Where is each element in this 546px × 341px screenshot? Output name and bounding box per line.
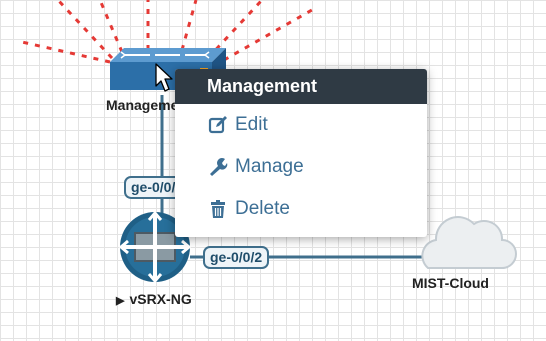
router-label-text: vSRX-NG: [129, 291, 192, 307]
trash-icon: [207, 198, 229, 220]
edit-icon: [207, 114, 229, 136]
menu-item-manage[interactable]: Manage: [175, 146, 427, 188]
router-label: ▶ vSRX-NG: [116, 291, 192, 307]
wrench-icon: [207, 156, 229, 178]
menu-item-edit-label: Edit: [235, 114, 268, 135]
dashed-link: [98, 0, 124, 53]
cloud-device[interactable]: [421, 216, 517, 269]
context-menu: Management Edit Manage Delete: [175, 69, 427, 237]
context-menu-title: Management: [175, 69, 427, 104]
menu-item-delete[interactable]: Delete: [175, 188, 427, 230]
dashed-link: [56, 0, 114, 60]
menu-item-edit[interactable]: Edit: [175, 104, 427, 146]
cloud-label: MIST-Cloud: [412, 275, 489, 291]
dashed-link: [180, 0, 198, 51]
play-icon[interactable]: ▶: [116, 295, 124, 307]
dashed-link: [21, 40, 111, 64]
port-badge-right[interactable]: ge-0/0/2: [203, 246, 270, 269]
dashed-link: [223, 8, 313, 62]
menu-item-manage-label: Manage: [235, 156, 304, 177]
menu-item-delete-label: Delete: [235, 198, 290, 219]
